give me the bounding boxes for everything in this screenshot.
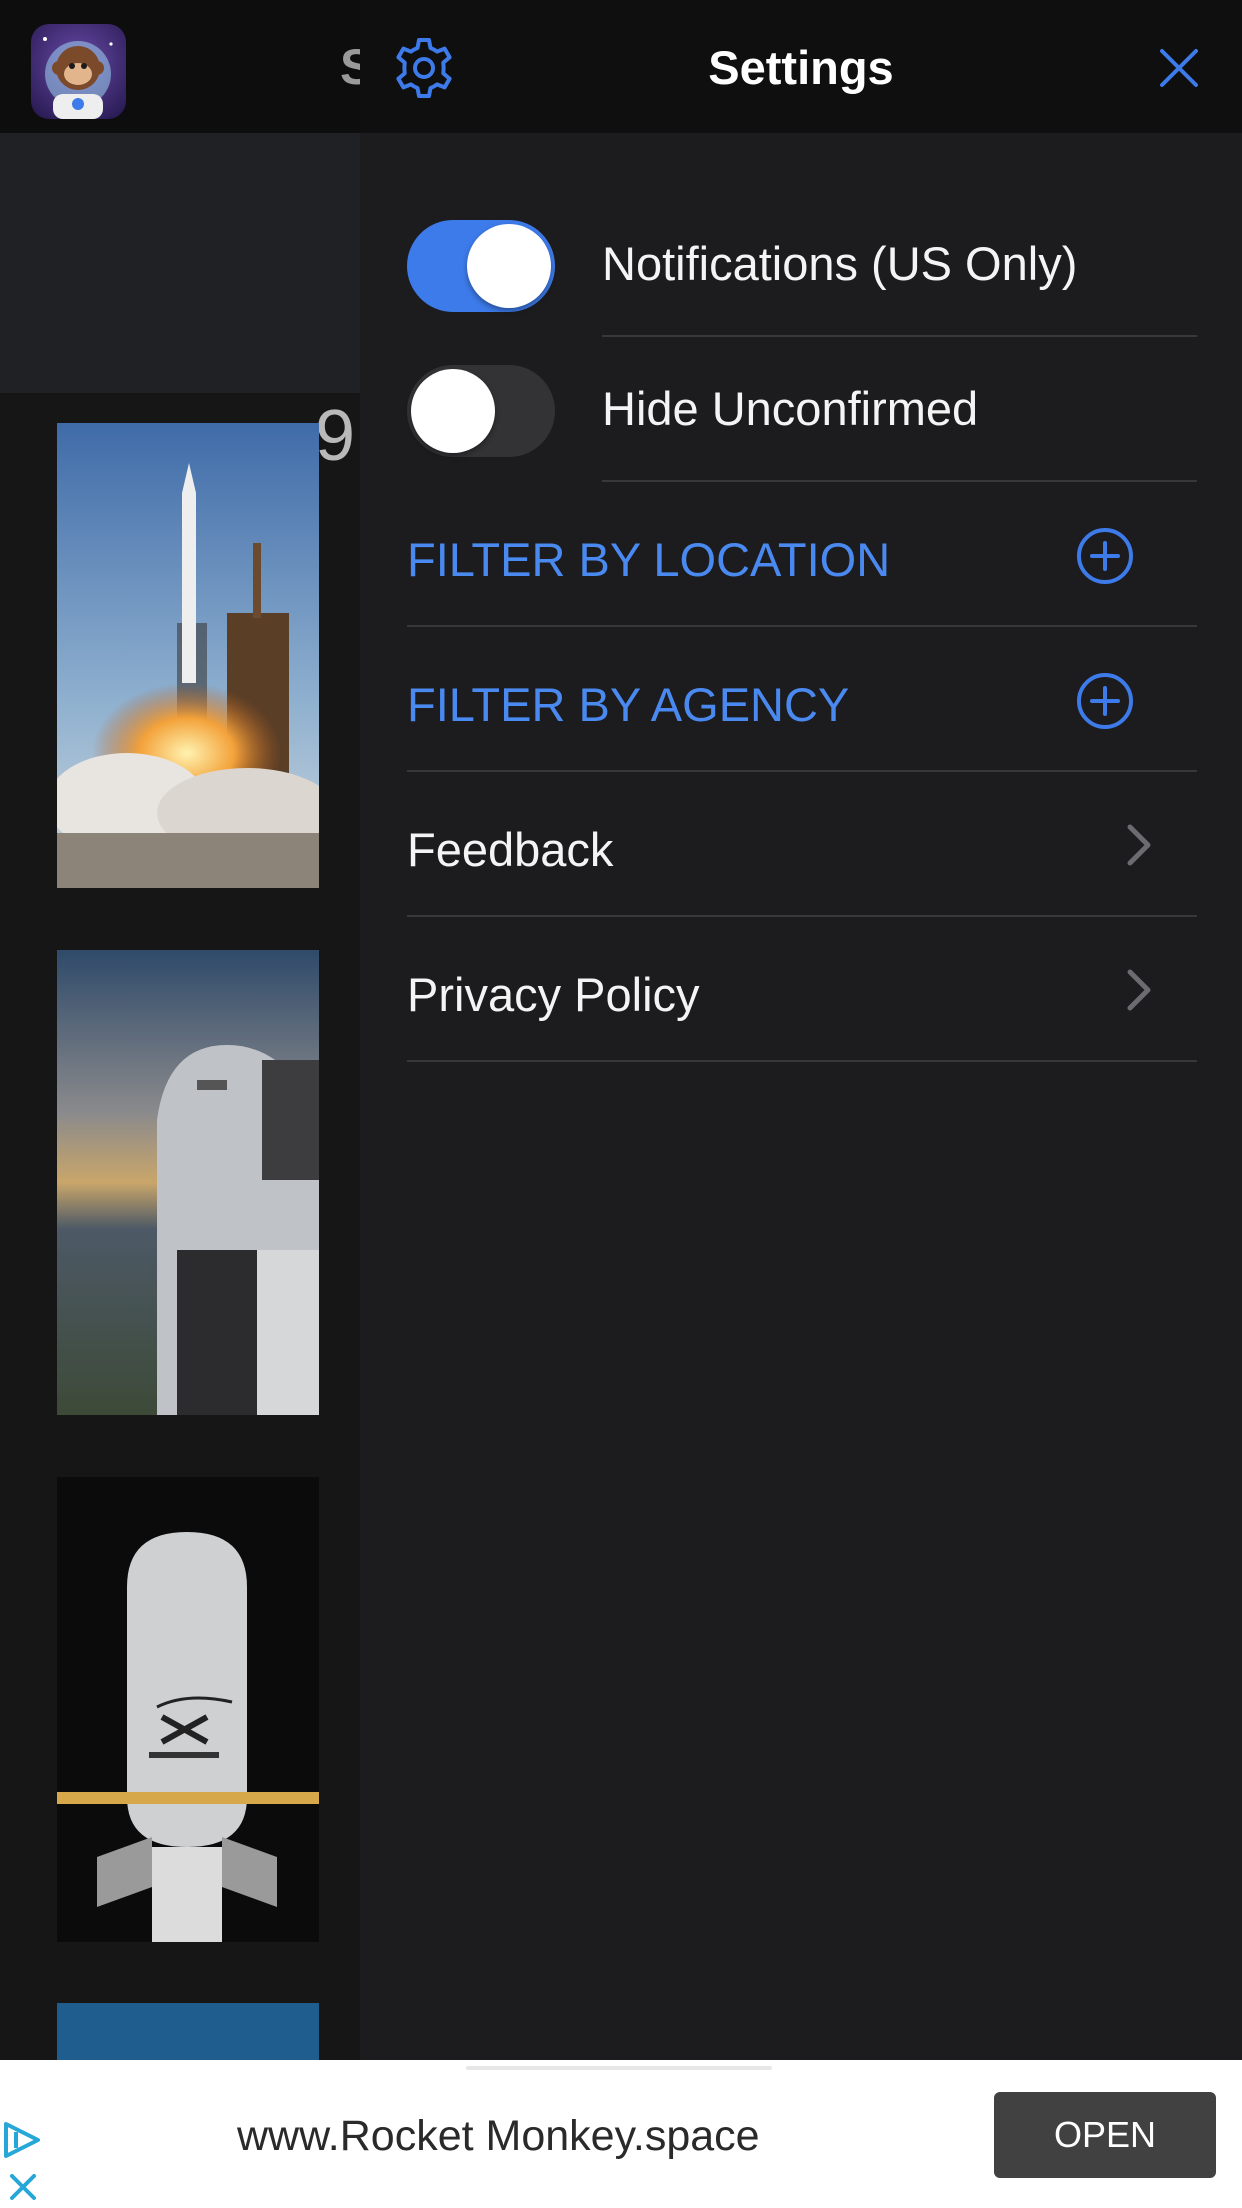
privacy-policy-row[interactable]: Privacy Policy xyxy=(407,917,1197,1062)
adchoices-icon[interactable] xyxy=(0,2118,44,2162)
divider xyxy=(407,1060,1197,1062)
filter-agency-row[interactable]: FILTER BY AGENCY xyxy=(407,627,1197,772)
settings-drawer: Settings Notifications (US Only) Hide Un… xyxy=(360,0,1242,2060)
close-icon[interactable] xyxy=(8,2172,38,2202)
notifications-label: Notifications (US Only) xyxy=(602,237,1078,290)
chevron-right-icon xyxy=(1124,822,1154,868)
hide-unconfirmed-toggle[interactable] xyxy=(407,365,555,457)
launch-thumbnail[interactable] xyxy=(57,2003,319,2060)
launch-thumbnail[interactable] xyxy=(57,423,319,888)
launch-thumbnail[interactable] xyxy=(57,1477,319,1942)
chevron-right-icon xyxy=(1124,967,1154,1013)
plus-circle-icon[interactable] xyxy=(1075,671,1135,731)
hide-unconfirmed-row: Hide Unconfirmed xyxy=(407,337,1197,482)
feedback-row[interactable]: Feedback xyxy=(407,772,1197,917)
feedback-label: Feedback xyxy=(407,823,614,876)
privacy-policy-label: Privacy Policy xyxy=(407,968,700,1021)
notifications-toggle[interactable] xyxy=(407,220,555,312)
notifications-row: Notifications (US Only) xyxy=(407,192,1197,337)
ad-banner[interactable]: www.Rocket Monkey.space OPEN xyxy=(0,2060,1242,2208)
hide-unconfirmed-label: Hide Unconfirmed xyxy=(602,382,979,435)
launch-thumbnail[interactable] xyxy=(57,950,319,1415)
drawer-title: Settings xyxy=(708,41,894,94)
plus-circle-icon[interactable] xyxy=(1075,526,1135,586)
filter-location-label: FILTER BY LOCATION xyxy=(407,533,891,586)
filter-location-row[interactable]: FILTER BY LOCATION xyxy=(407,482,1197,627)
toggle-knob xyxy=(467,224,551,308)
ad-text[interactable]: www.Rocket Monkey.space xyxy=(237,2112,760,2161)
app-logo[interactable] xyxy=(31,24,126,119)
open-button[interactable]: OPEN xyxy=(994,2092,1216,2178)
background-countdown-fragment: 9 xyxy=(315,396,356,476)
ad-handle xyxy=(466,2066,772,2070)
drawer-header: Settings xyxy=(360,0,1242,133)
toggle-knob xyxy=(411,369,495,453)
close-icon[interactable] xyxy=(1153,42,1205,94)
filter-agency-label: FILTER BY AGENCY xyxy=(407,678,850,731)
